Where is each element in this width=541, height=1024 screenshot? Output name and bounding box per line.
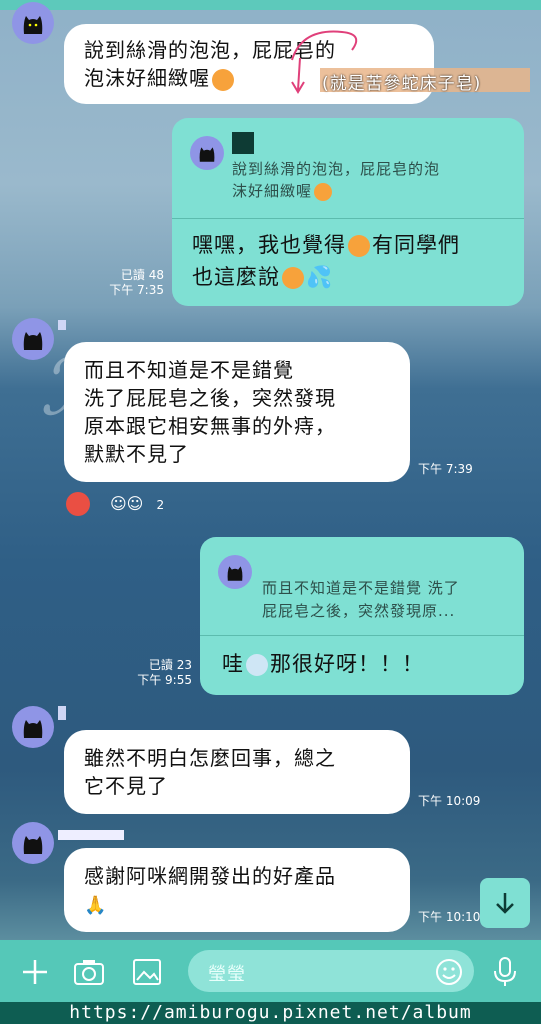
reply-text: 嘿嘿，我也覺得 有同學們 [192,233,460,257]
sweat-droplets-icon: 💦 [306,265,334,289]
plus-icon[interactable] [18,955,52,989]
cat-icon [23,332,43,350]
reaction-count: 2 [156,498,165,512]
avatar[interactable] [12,706,54,748]
microphone-icon[interactable] [488,955,522,989]
message-text: 默默不見了 [84,442,189,466]
reply-bubble[interactable]: 而且不知道是不是錯覺 洗了 屁屁皂之後，突然發現原... 哇那很好呀！！！ [200,537,524,695]
quoted-text: 說到絲滑的泡泡，屁屁皂的泡 [232,160,441,178]
cat-icon [23,836,43,854]
cat-icon [23,16,43,34]
laughing-emoji-icon [282,267,304,289]
reply-text: 哇那很好呀！！！ [222,652,424,676]
arrow-down-icon [496,893,514,914]
quoted-text: 沫好細緻喔 [232,180,334,202]
scroll-to-bottom-button[interactable] [480,878,530,928]
emoji-icon[interactable] [432,955,466,989]
annotation-mark [291,30,358,94]
sender-name [58,320,66,330]
read-receipt: 已讀 23 下午 9:55 [137,658,192,687]
message-text: 感謝阿咪網開發出的好產品 [84,864,336,888]
message-input-placeholder: 瑩瑩 [208,964,246,985]
reaction-icon[interactable] [66,492,90,516]
quote-divider [172,218,524,219]
quoted-avatar [190,136,224,170]
praying-hands-emoji-icon: 🙏 [84,895,108,916]
quoted-name-block [232,132,254,154]
sender-name [58,830,124,840]
camera-icon[interactable] [72,955,106,989]
reaction-summary[interactable]: ☺☺ 2 [110,494,164,513]
message-text: 雖然不明白怎麼回事，總之 [84,746,336,770]
message-bubble[interactable]: 感謝阿咪網開發出的好產品 🙏 [64,848,410,932]
quoted-text: 屁屁皂之後，突然發現原... [262,602,456,620]
top-bar [0,0,541,10]
cat-icon [227,566,243,581]
avatar[interactable] [12,822,54,864]
avatar[interactable] [12,318,54,360]
crying-emoji-icon [246,654,268,676]
watermark-url: https://amiburogu.pixnet.net/album [0,1002,541,1024]
message-time: 下午 7:39 [418,462,473,476]
message-time: 下午 10:09 [418,794,481,808]
quote-divider [200,635,524,636]
image-icon[interactable] [130,955,164,989]
smiling-hearts-emoji-icon [212,68,234,91]
avatar[interactable] [12,2,54,44]
message-time: 下午 10:10 [418,910,481,924]
cat-icon [23,720,43,738]
smiling-hearts-emoji-icon [348,235,370,257]
message-text: 洗了屁屁皂之後，突然發現 [84,386,336,410]
smiling-hearts-emoji-icon [314,182,333,201]
cat-icon [199,147,215,162]
message-text: 原本跟它相安無事的外痔， [84,414,336,438]
read-receipt: 已讀 48 下午 7:35 [109,268,164,297]
reply-text: 也這麼說 💦 [192,265,334,289]
quoted-avatar [218,555,252,589]
quoted-text: 而且不知道是不是錯覺 洗了 [262,579,460,597]
reply-bubble[interactable]: 說到絲滑的泡泡，屁屁皂的泡 沫好細緻喔 嘿嘿，我也覺得 有同學們 也這麼說 💦 [172,118,524,306]
message-text: 它不見了 [84,774,168,798]
reaction-faces-icon: ☺☺ [110,494,144,513]
message-text: 而且不知道是不是錯覺 [84,358,294,382]
sender-name [58,706,66,720]
message-bubble[interactable]: 而且不知道是不是錯覺 洗了屁屁皂之後，突然發現 原本跟它相安無事的外痔， 默默不… [64,342,410,482]
message-text: 🙏 [84,890,390,920]
message-bubble[interactable]: 雖然不明白怎麼回事，總之 它不見了 [64,730,410,814]
